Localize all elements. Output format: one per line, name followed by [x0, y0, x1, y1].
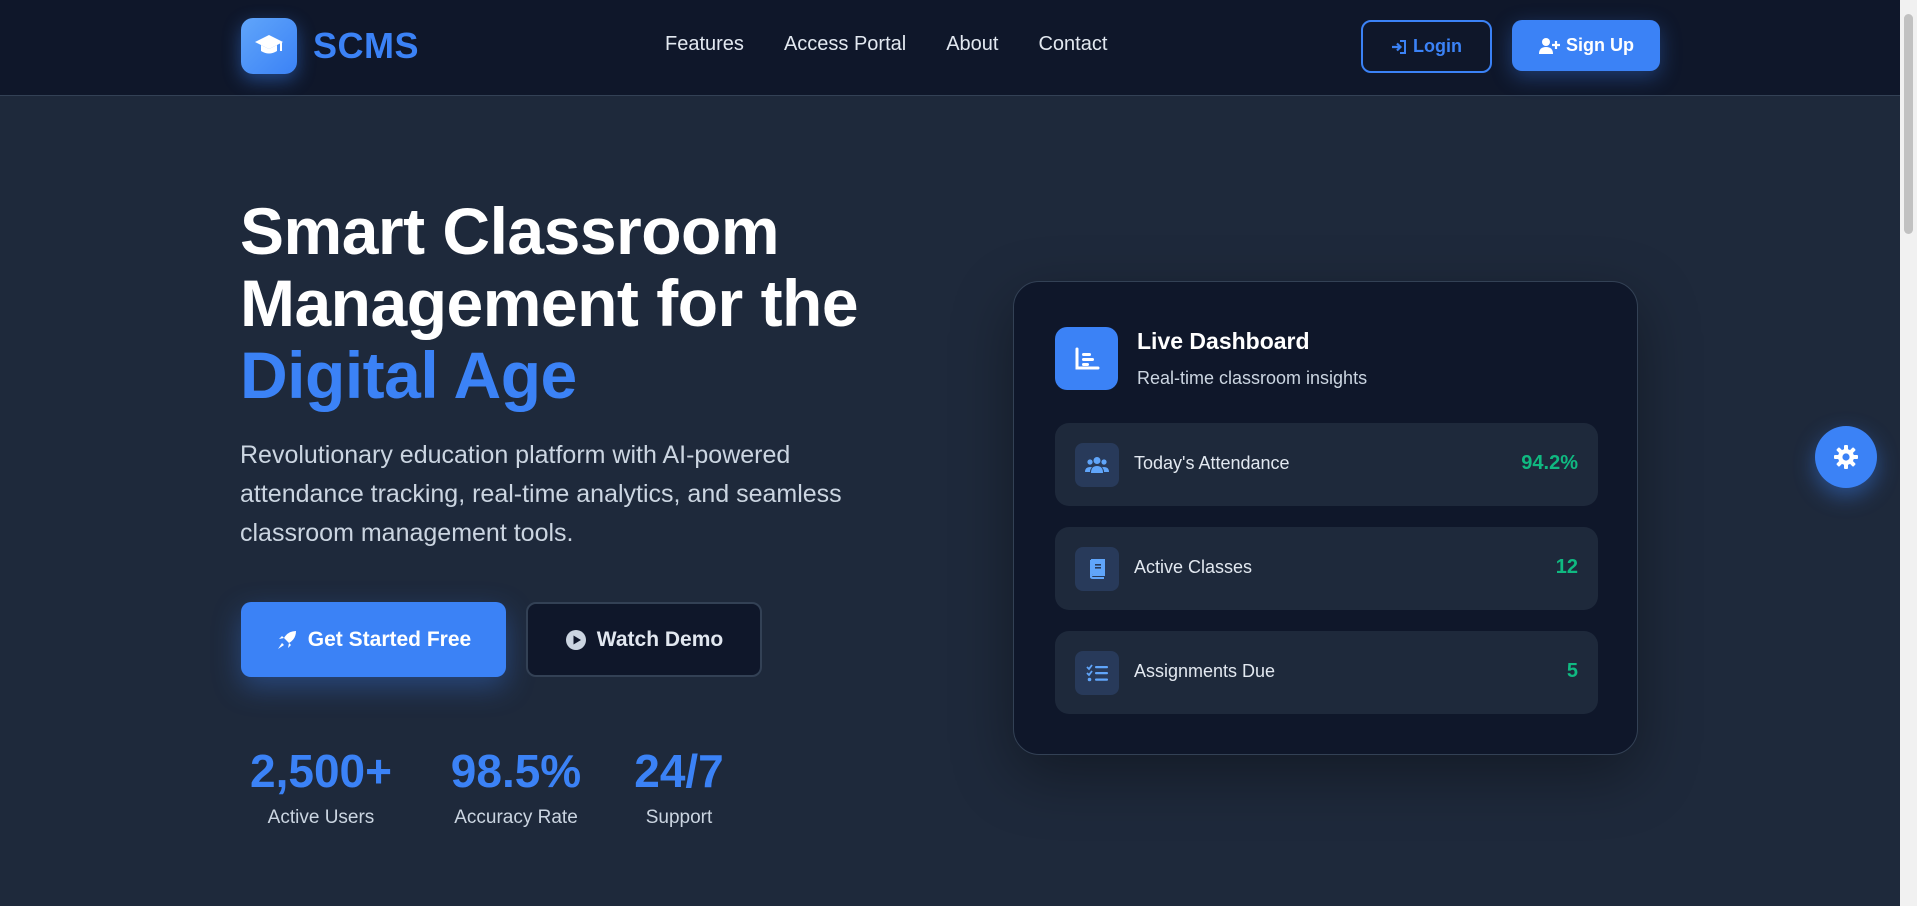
stat-support: 24/7 Support — [628, 745, 730, 829]
checklist-icon — [1075, 651, 1119, 695]
graduation-cap-icon — [241, 18, 297, 74]
scrollbar-thumb[interactable] — [1904, 14, 1913, 234]
nav-link-contact[interactable]: Contact — [1038, 33, 1107, 56]
stat-active-users: 2,500+ Active Users — [240, 745, 402, 829]
dashboard-title: Live Dashboard — [1137, 328, 1310, 354]
watch-demo-button[interactable]: Watch Demo — [526, 602, 762, 677]
hero-title-line2: Management for the — [240, 266, 859, 340]
get-started-button[interactable]: Get Started Free — [241, 602, 506, 677]
nav-link-features[interactable]: Features — [665, 33, 744, 56]
play-circle-icon — [565, 629, 587, 651]
rocket-icon — [276, 629, 298, 651]
watch-demo-label: Watch Demo — [596, 627, 724, 651]
signup-button[interactable]: Sign Up — [1512, 20, 1660, 71]
stat-label: Active Users — [267, 807, 375, 828]
metric-label: Assignments Due — [1134, 661, 1276, 681]
book-icon — [1075, 547, 1119, 591]
stat-label: Accuracy Rate — [454, 807, 578, 828]
hero-title-line1: Smart Classroom — [240, 194, 780, 268]
dashboard-subtitle: Real-time classroom insights — [1137, 368, 1368, 388]
login-button[interactable]: Login — [1361, 20, 1492, 73]
get-started-label: Get Started Free — [307, 627, 472, 651]
nav-link-access-portal[interactable]: Access Portal — [784, 33, 906, 56]
nav-links: Features Access Portal About Contact — [665, 33, 1107, 56]
metric-active-classes: Active Classes 12 — [1055, 527, 1598, 610]
live-dashboard-card: Live Dashboard Real-time classroom insig… — [1013, 281, 1638, 755]
hero-title-accent: Digital Age — [240, 338, 577, 412]
brand-name: SCMS — [313, 25, 420, 66]
login-label: Login — [1413, 36, 1462, 56]
metric-attendance: Today's Attendance 94.2% — [1055, 423, 1598, 506]
signup-label: Sign Up — [1566, 35, 1634, 55]
brand[interactable]: SCMS — [241, 18, 419, 74]
metric-label: Today's Attendance — [1134, 453, 1290, 473]
chart-icon — [1055, 327, 1118, 390]
hero-title: Smart Classroom Management for the Digit… — [240, 195, 960, 411]
stat-value: 98.5% — [450, 745, 582, 797]
metric-label: Active Classes — [1134, 557, 1253, 577]
stat-value: 24/7 — [634, 745, 724, 797]
settings-fab-button[interactable] — [1815, 426, 1877, 488]
metric-value: 5 — [1566, 660, 1578, 682]
page-scrollbar[interactable] — [1900, 0, 1917, 906]
navbar: SCMS Features Access Portal About Contac… — [0, 0, 1900, 96]
metric-value: 94.2% — [1521, 452, 1578, 474]
stat-value: 2,500+ — [250, 745, 392, 797]
hero-subtitle: Revolutionary education platform with AI… — [240, 441, 842, 547]
stat-accuracy-rate: 98.5% Accuracy Rate — [441, 745, 591, 829]
user-plus-icon — [1538, 37, 1560, 55]
sign-in-icon — [1391, 39, 1407, 55]
nav-link-about[interactable]: About — [946, 33, 998, 56]
stat-label: Support — [645, 807, 713, 828]
metric-assignments-due: Assignments Due 5 — [1055, 631, 1598, 714]
gear-icon — [1833, 444, 1859, 470]
users-icon — [1075, 443, 1119, 487]
metric-value: 12 — [1555, 556, 1578, 578]
